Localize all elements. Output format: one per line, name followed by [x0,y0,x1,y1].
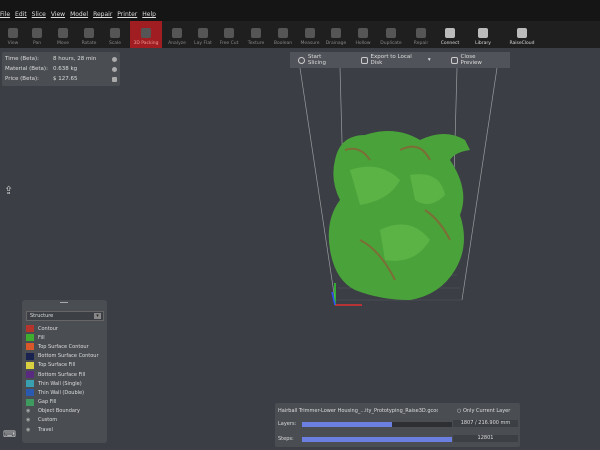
legend-toggle[interactable]: ◉ Travel [22,425,107,434]
legend-item[interactable]: Contour [22,324,107,333]
legend-toggle[interactable]: ◉ Custom [22,416,107,425]
steps-slider-fill [302,437,452,442]
keyboard-icon[interactable]: ⌨ [3,430,16,440]
legend-label: Custom [38,417,58,424]
legend-label: Travel [38,426,53,433]
steps-spinbox[interactable]: 12801 [453,435,518,442]
eye-icon: ◉ [26,417,31,424]
legend-item[interactable]: Bottom Surface Contour [22,352,107,361]
color-swatch [26,361,34,369]
legend-label: Thin Wall (Double) [38,389,85,396]
legend-label: Object Boundary [38,408,80,415]
color-swatch [26,380,34,388]
legend-label: Thin Wall (Single) [38,380,82,387]
gcode-filename: Hairball Trimmer-Lower Housing_...ity_Pr… [278,408,438,414]
legend-label: Fill [38,334,45,341]
steps-slider[interactable] [302,437,452,442]
legend-item[interactable]: Gap Fill [22,398,107,407]
steps-label: Steps: [278,436,294,442]
color-swatch [26,343,34,351]
layer-control-panel: Hairball Trimmer-Lower Housing_...ity_Pr… [275,403,520,447]
view-mode-value: Structure [30,313,54,319]
color-swatch [26,389,34,397]
color-swatch [26,398,34,406]
layers-spinbox[interactable]: 1807 / 216.900 mm [453,420,518,427]
chevron-down-icon: ▾ [94,313,101,319]
color-swatch [26,334,34,342]
layers-slider[interactable] [302,422,452,427]
legend-label: Gap Fill [38,399,57,406]
legend-item[interactable]: Thin Wall (Double) [22,388,107,397]
color-swatch [26,352,34,360]
legend-label: Top Surface Contour [38,343,89,350]
legend-label: Bottom Surface Fill [38,371,86,378]
legend-item[interactable]: Bottom Surface Fill [22,370,107,379]
layers-label: Layers: [278,421,297,427]
only-current-layer-label: Only Current Layer [462,408,511,414]
color-swatch [26,325,34,333]
legend-label: Contour [38,325,58,332]
eye-icon: ◉ [26,408,31,415]
view-mode-select[interactable]: Structure ▾ [26,311,104,321]
legend-label: Top Surface Fill [38,362,76,369]
legend-item[interactable]: Fill [22,333,107,342]
layers-slider-fill [302,422,392,427]
eye-icon: ◉ [26,426,31,433]
legend-label: Bottom Surface Contour [38,353,99,360]
legend-item[interactable]: Thin Wall (Single) [22,379,107,388]
drag-handle[interactable] [60,302,68,303]
legend-item[interactable]: Top Surface Contour [22,342,107,351]
legend-item[interactable]: Top Surface Fill [22,361,107,370]
legend-toggle[interactable]: ◉ Object Boundary [22,407,107,416]
legend-panel: Structure ▾ Contour Fill Top Surface Contou… [22,300,107,443]
only-current-layer-checkbox[interactable]: ○ Only Current Layer [457,408,510,414]
sliced-model-preview [328,131,470,300]
color-swatch [26,371,34,379]
upload-icon[interactable]: ⇪ [4,184,13,197]
